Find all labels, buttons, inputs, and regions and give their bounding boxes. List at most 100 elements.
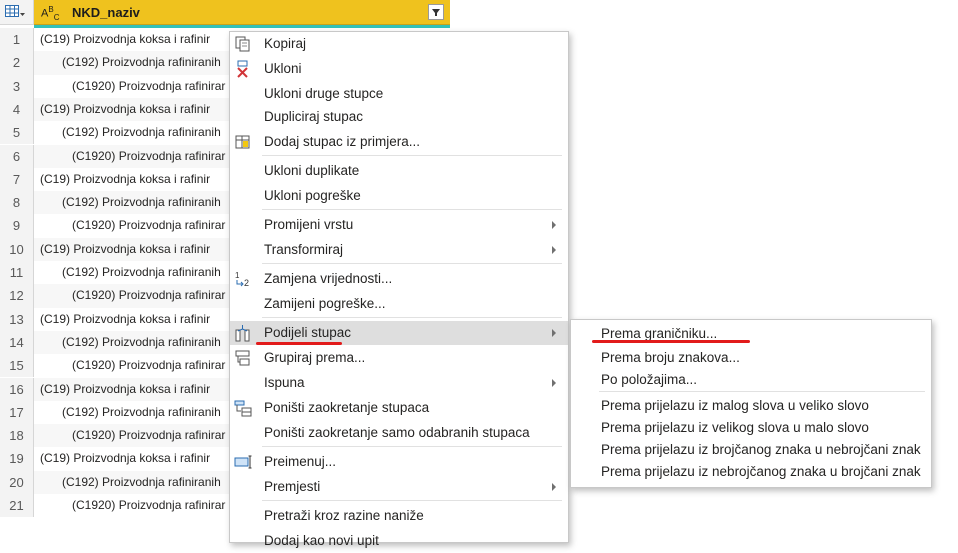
submenu-item[interactable]: Po položajima... — [571, 369, 931, 391]
submenu-item-label: Prema prijelazu iz brojčanog znaka u neb… — [601, 442, 921, 457]
menu-item-ponisti-zaokretanje-samo-odabranih-stupaca[interactable]: Poništi zaokretanje samo odabranih stupa… — [230, 421, 568, 445]
column-name: NKD_naziv — [72, 5, 140, 20]
submenu-item[interactable]: Prema broju znakova... — [571, 347, 931, 369]
menu-item-label: Zamjena vrijednosti... — [264, 271, 393, 286]
submenu-item-label: Prema prijelazu iz nebrojčanog znaka u b… — [601, 464, 921, 479]
menu-separator — [262, 209, 562, 210]
row-number: 17 — [0, 400, 34, 425]
submenu-item[interactable]: Prema prijelazu iz nebrojčanog znaka u b… — [571, 461, 931, 483]
menu-item-ukloni-duplikate[interactable]: Ukloni duplikate — [230, 159, 568, 183]
menu-item-label: Poništi zaokretanje stupaca — [264, 400, 430, 415]
row-number: 6 — [0, 144, 34, 168]
menu-item-label: Ukloni duplikate — [264, 163, 360, 178]
text-type-icon[interactable]: ABC — [41, 5, 59, 22]
row-number: 5 — [0, 121, 34, 145]
menu-separator — [262, 317, 562, 318]
row-number: 11 — [0, 261, 34, 285]
menu-item-ukloni-pogreske[interactable]: Ukloni pogreške — [230, 184, 568, 208]
menu-separator — [262, 446, 562, 447]
menu-item-label: Zamijeni pogreške... — [264, 296, 386, 311]
table-menu-icon[interactable] — [0, 0, 34, 25]
row-number: 10 — [0, 237, 34, 261]
menu-separator — [262, 155, 562, 156]
menu-item-zamijeni-pogreske[interactable]: Zamijeni pogreške... — [230, 292, 568, 316]
menu-item-preimenuj[interactable]: Preimenuj... — [230, 450, 568, 474]
row-number: 7 — [0, 167, 34, 192]
menu-item-ispuna[interactable]: Ispuna — [230, 371, 568, 395]
row-number: 3 — [0, 74, 34, 98]
menu-item-label: Ispuna — [264, 375, 305, 390]
submenu-arrow-icon — [552, 483, 556, 491]
submenu-item-label: Prema broju znakova... — [601, 350, 740, 365]
menu-item-ukloni[interactable]: Ukloni — [230, 57, 568, 81]
row-number: 13 — [0, 307, 34, 331]
row-number: 4 — [0, 97, 34, 122]
filter-dropdown-icon[interactable] — [428, 4, 444, 20]
menu-item-label: Promijeni vrstu — [264, 217, 354, 232]
submenu-arrow-icon — [552, 246, 556, 254]
menu-item-grupiraj-prema[interactable]: Grupiraj prema... — [230, 346, 568, 370]
row-number: 15 — [0, 354, 34, 378]
submenu-item[interactable]: Prema prijelazu iz brojčanog znaka u neb… — [571, 439, 931, 461]
menu-item-label: Dodaj kao novi upit — [264, 533, 379, 548]
row-number: 16 — [0, 377, 34, 401]
menu-item-label: Premjesti — [264, 479, 321, 494]
split-column-submenu: Prema graničniku... Prema broju znakova..… — [570, 319, 932, 488]
menu-item-dodaj-kao-novi-upit[interactable]: Dodaj kao novi upit — [230, 529, 568, 553]
menu-item-label: Transformiraj — [264, 242, 344, 257]
replace-values-icon: 12 — [234, 270, 252, 288]
menu-separator — [262, 263, 562, 264]
row-number: 18 — [0, 424, 34, 448]
menu-item-label: Poništi zaokretanje samo odabranih stupa… — [264, 425, 530, 440]
menu-item-label: Ukloni — [264, 61, 302, 76]
split-column-icon — [234, 324, 252, 342]
menu-item-label: Kopiraj — [264, 36, 307, 51]
submenu-item-label: Prema prijelazu iz malog slova u veliko … — [601, 398, 869, 413]
row-number: 20 — [0, 470, 34, 494]
menu-item-dodaj-stupac-iz-primjera[interactable]: Dodaj stupac iz primjera... — [230, 130, 568, 154]
menu-item-pretrazi-kroz-razine-nanize[interactable]: Pretraži kroz razine naniže — [230, 504, 568, 528]
submenu-item[interactable]: Prema prijelazu iz velikog slova u malo … — [571, 417, 931, 439]
svg-text:2: 2 — [244, 278, 249, 288]
menu-item-transformiraj[interactable]: Transformiraj — [230, 238, 568, 262]
menu-item-label: Pretraži kroz razine naniže — [264, 508, 424, 523]
row-number: 1 — [0, 28, 34, 52]
submenu-separator — [599, 391, 925, 392]
row-number: 12 — [0, 284, 34, 308]
menu-item-label: Ukloni druge stupce — [264, 86, 384, 101]
rename-icon — [234, 453, 252, 471]
annotation-underline-by-delimiter — [592, 340, 750, 343]
submenu-arrow-icon — [552, 221, 556, 229]
submenu-arrow-icon — [552, 379, 556, 387]
svg-text:1: 1 — [235, 271, 240, 280]
submenu-item-label: Po položajima... — [601, 372, 698, 387]
menu-item-promijeni-vrstu[interactable]: Promijeni vrstu — [230, 213, 568, 237]
menu-item-label: Dupliciraj stupac — [264, 109, 364, 124]
menu-item-label: Dodaj stupac iz primjera... — [264, 134, 421, 149]
grid-header-row: ABC NKD_naziv — [0, 0, 450, 25]
menu-item-zamjena-vrijednosti[interactable]: 1 2 Zamjena vrijednosti... — [230, 267, 568, 291]
column-from-examples-icon — [234, 133, 252, 151]
submenu-item[interactable]: Prema prijelazu iz malog slova u veliko … — [571, 395, 931, 417]
column-header-nkd-naziv[interactable]: ABC NKD_naziv — [34, 0, 450, 25]
row-number: 2 — [0, 51, 34, 75]
row-number: 19 — [0, 447, 34, 471]
menu-item-ponisti-zaokretanje-stupaca[interactable]: Poništi zaokretanje stupaca — [230, 396, 568, 420]
group-by-icon — [234, 349, 252, 367]
submenu-arrow-icon — [552, 329, 556, 337]
menu-item-ukloni-druge-stupce[interactable]: Ukloni druge stupce — [230, 82, 568, 106]
remove-icon — [234, 60, 252, 78]
menu-item-premjesti[interactable]: Premjesti — [230, 475, 568, 499]
menu-item-dupliciraj-stupac[interactable]: Dupliciraj stupac — [230, 105, 568, 129]
menu-item-label: Preimenuj... — [264, 454, 337, 469]
menu-item-label: Grupiraj prema... — [264, 350, 366, 365]
menu-item-label: Ukloni pogreške — [264, 188, 361, 203]
copy-icon — [234, 35, 252, 53]
row-number: 9 — [0, 214, 34, 238]
row-number: 8 — [0, 191, 34, 215]
row-number: 21 — [0, 494, 34, 518]
menu-item-kopiraj[interactable]: Kopiraj — [230, 32, 568, 56]
row-number: 14 — [0, 330, 34, 355]
annotation-underline-split-column — [256, 342, 342, 345]
menu-separator — [262, 500, 562, 501]
